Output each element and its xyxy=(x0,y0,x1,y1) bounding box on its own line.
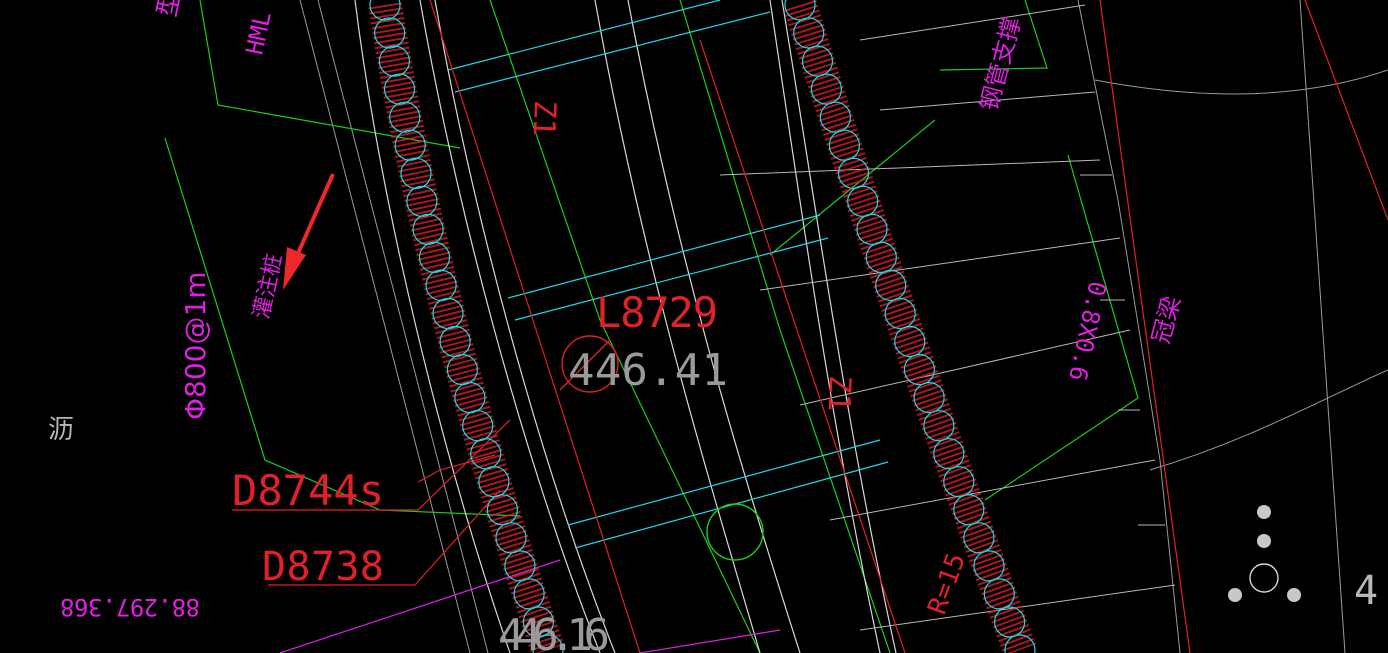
pile-spec-label: Φ800@1m xyxy=(179,271,212,420)
asphalt-label: 沥 xyxy=(48,415,74,445)
route-code-label: L8729 xyxy=(596,288,718,337)
section-b-label: Z1 xyxy=(821,375,857,412)
elevation-bottom-label: 446.16 xyxy=(498,610,610,653)
cad-drawing-canvas: 灌注桩 Φ800@1m 沥 钢管支撑 冠梁 0.8X0.6 HML 型 L872… xyxy=(0,0,1388,653)
coordinate-label: 88.297.368 xyxy=(60,593,200,621)
point-d1-label: D8744s xyxy=(232,466,384,515)
elevation-main-label: 446.41 xyxy=(568,345,728,396)
edge-char-label: 4 xyxy=(1354,568,1378,614)
point-d2-label: D8738 xyxy=(262,544,384,590)
section-a-label: Z1 xyxy=(526,100,562,137)
